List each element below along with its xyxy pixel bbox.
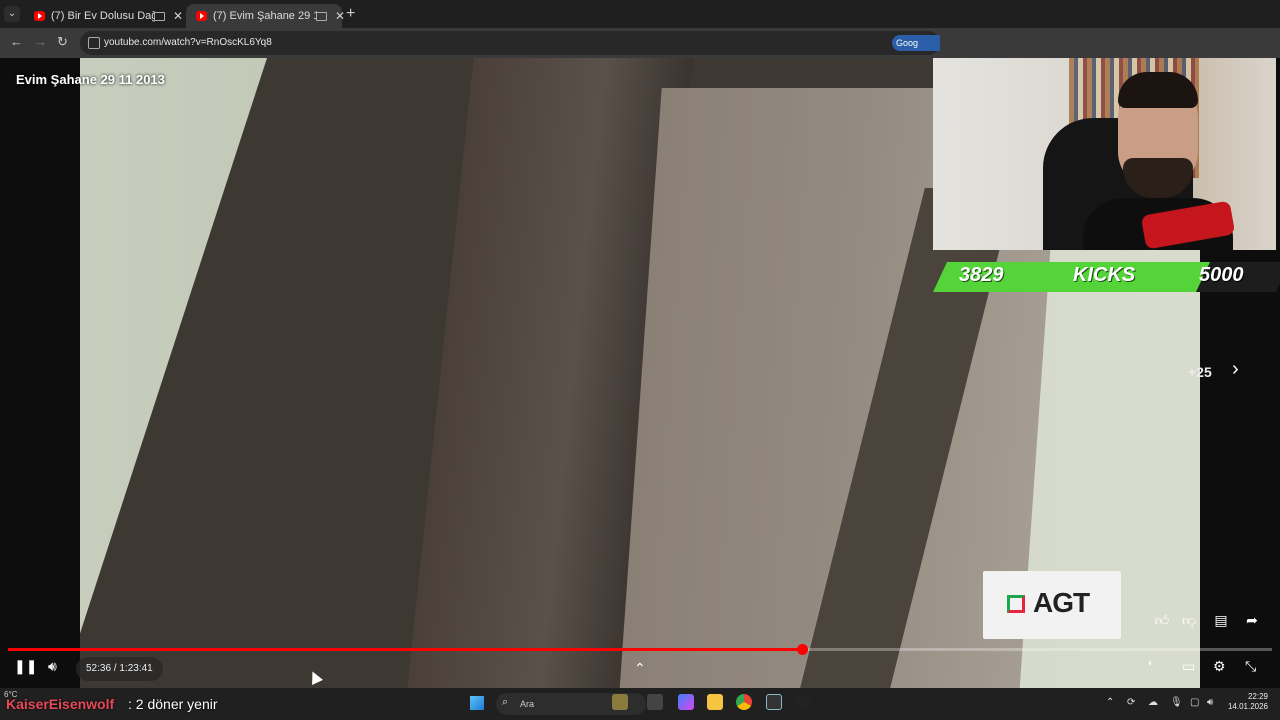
chevron-right-icon[interactable]: › [1232, 358, 1239, 381]
kicks-goal-bar: 3829 KICKS 5000 [933, 262, 1280, 292]
comments-icon[interactable]: ▤ [1209, 612, 1233, 629]
autoplay-toggle[interactable]: ◐ [1148, 658, 1154, 669]
snipping-tool-icon[interactable] [766, 694, 782, 710]
kicks-count: 3829 [959, 264, 1004, 286]
sponsor-logo: AGT [983, 571, 1121, 639]
seek-indicator: +25 [1188, 364, 1212, 380]
progress-bar[interactable] [8, 644, 1272, 655]
google-translate-button[interactable]: Goog [892, 35, 940, 51]
time-display: 52:36 / 1:23:41 [76, 657, 163, 681]
chat-username: KaiserEisenwolf [6, 696, 115, 712]
search-placeholder: Ara [520, 699, 535, 709]
back-icon[interactable]: ← [10, 34, 23, 49]
share-icon[interactable]: ➦ [1240, 612, 1264, 629]
address-bar[interactable]: youtube.com/watch?v=RnOscKL6Yq8 [80, 31, 940, 55]
clock-date: 14.01.2026 [1227, 702, 1268, 711]
settings-gear-icon[interactable]: ⚙ [1213, 658, 1226, 675]
progress-played [8, 648, 802, 651]
dislike-icon[interactable]: 👎︎ [1177, 612, 1201, 629]
close-tab-icon[interactable]: ✕ [173, 4, 183, 28]
subtitles-icon[interactable]: ▭ [1182, 658, 1195, 675]
kicks-label: KICKS [1073, 264, 1136, 286]
video-player[interactable]: Evim Şahane 29 11 2013 3829 KICKS 5000 +… [0, 58, 1280, 688]
new-tab-button[interactable]: + [346, 4, 355, 24]
pause-icon[interactable]: ❚❚ [14, 658, 37, 675]
tab-title: (7) Evim Şahane 29 11 2013 [213, 10, 317, 22]
tab-title: (7) Bir Ev Dolusu Dağınıklık [51, 10, 155, 22]
obs-icon[interactable] [795, 694, 811, 710]
progress-scrubber[interactable] [796, 644, 808, 655]
onedrive-icon[interactable]: ☁ [1148, 697, 1158, 708]
kicks-goal: 5000 [1199, 264, 1244, 286]
browser-tab-2[interactable]: (7) Evim Şahane 29 11 2013 ✕ [186, 4, 345, 28]
volume-icon[interactable]: 🔊︎ [48, 658, 57, 675]
windows-start-icon[interactable] [470, 696, 484, 710]
display-icon[interactable]: ▢ [1190, 697, 1199, 708]
browser-tab-1[interactable]: (7) Bir Ev Dolusu Dağınıklık ✕ [24, 4, 184, 28]
agt-mark-icon [1007, 595, 1025, 613]
youtube-favicon-icon [34, 11, 45, 21]
chat-message: : 2 döner yenir [128, 696, 218, 712]
letterbox-left [0, 58, 80, 688]
tab-search-button[interactable]: ⌄ [4, 6, 20, 22]
url-text[interactable]: youtube.com/watch?v=RnOscKL6Yq8 [104, 31, 272, 55]
video-title[interactable]: Evim Şahane 29 11 2013 [16, 72, 165, 87]
chevron-up-icon[interactable]: ⌃ [634, 660, 646, 677]
task-view-icon[interactable] [647, 694, 663, 710]
file-explorer-icon[interactable] [707, 694, 723, 710]
copilot-icon[interactable] [678, 694, 694, 710]
microphone-icon[interactable]: 🎙︎ [1170, 697, 1183, 708]
sponsor-logo-text: AGT [1033, 587, 1090, 618]
picture-in-picture-icon [154, 12, 165, 21]
sync-icon[interactable]: ⟳ [1127, 697, 1135, 708]
search-icon: ⌕ [502, 696, 509, 708]
browser-tab-bar: ⌄ (7) Bir Ev Dolusu Dağınıklık ✕ (7) Evi… [0, 0, 1280, 28]
speaker-icon[interactable]: 🔊︎ [1207, 697, 1213, 708]
forward-icon[interactable]: → [34, 34, 47, 49]
chrome-icon[interactable] [736, 694, 752, 710]
clock-time: 22:29 [1247, 692, 1268, 701]
widgets-icon[interactable] [612, 694, 628, 710]
exit-fullscreen-icon[interactable]: ⤡ [1245, 658, 1256, 675]
like-icon[interactable]: 👍︎ [1150, 612, 1174, 629]
taskbar-clock[interactable]: 22:29 14.01.2026 [1226, 692, 1268, 712]
streamer-webcam [933, 58, 1276, 250]
tray-overflow-icon[interactable]: ⌃ [1106, 697, 1114, 708]
site-info-icon[interactable] [88, 37, 100, 49]
current-time: 52:36 [86, 663, 112, 674]
reload-icon[interactable]: ↻ [57, 34, 68, 50]
youtube-favicon-icon [196, 11, 207, 21]
duration: 1:23:41 [119, 663, 153, 674]
close-tab-icon[interactable]: ✕ [335, 4, 345, 28]
picture-in-picture-icon [316, 12, 327, 21]
address-toolbar: ← → ↻ youtube.com/watch?v=RnOscKL6Yq8 [0, 28, 1280, 58]
